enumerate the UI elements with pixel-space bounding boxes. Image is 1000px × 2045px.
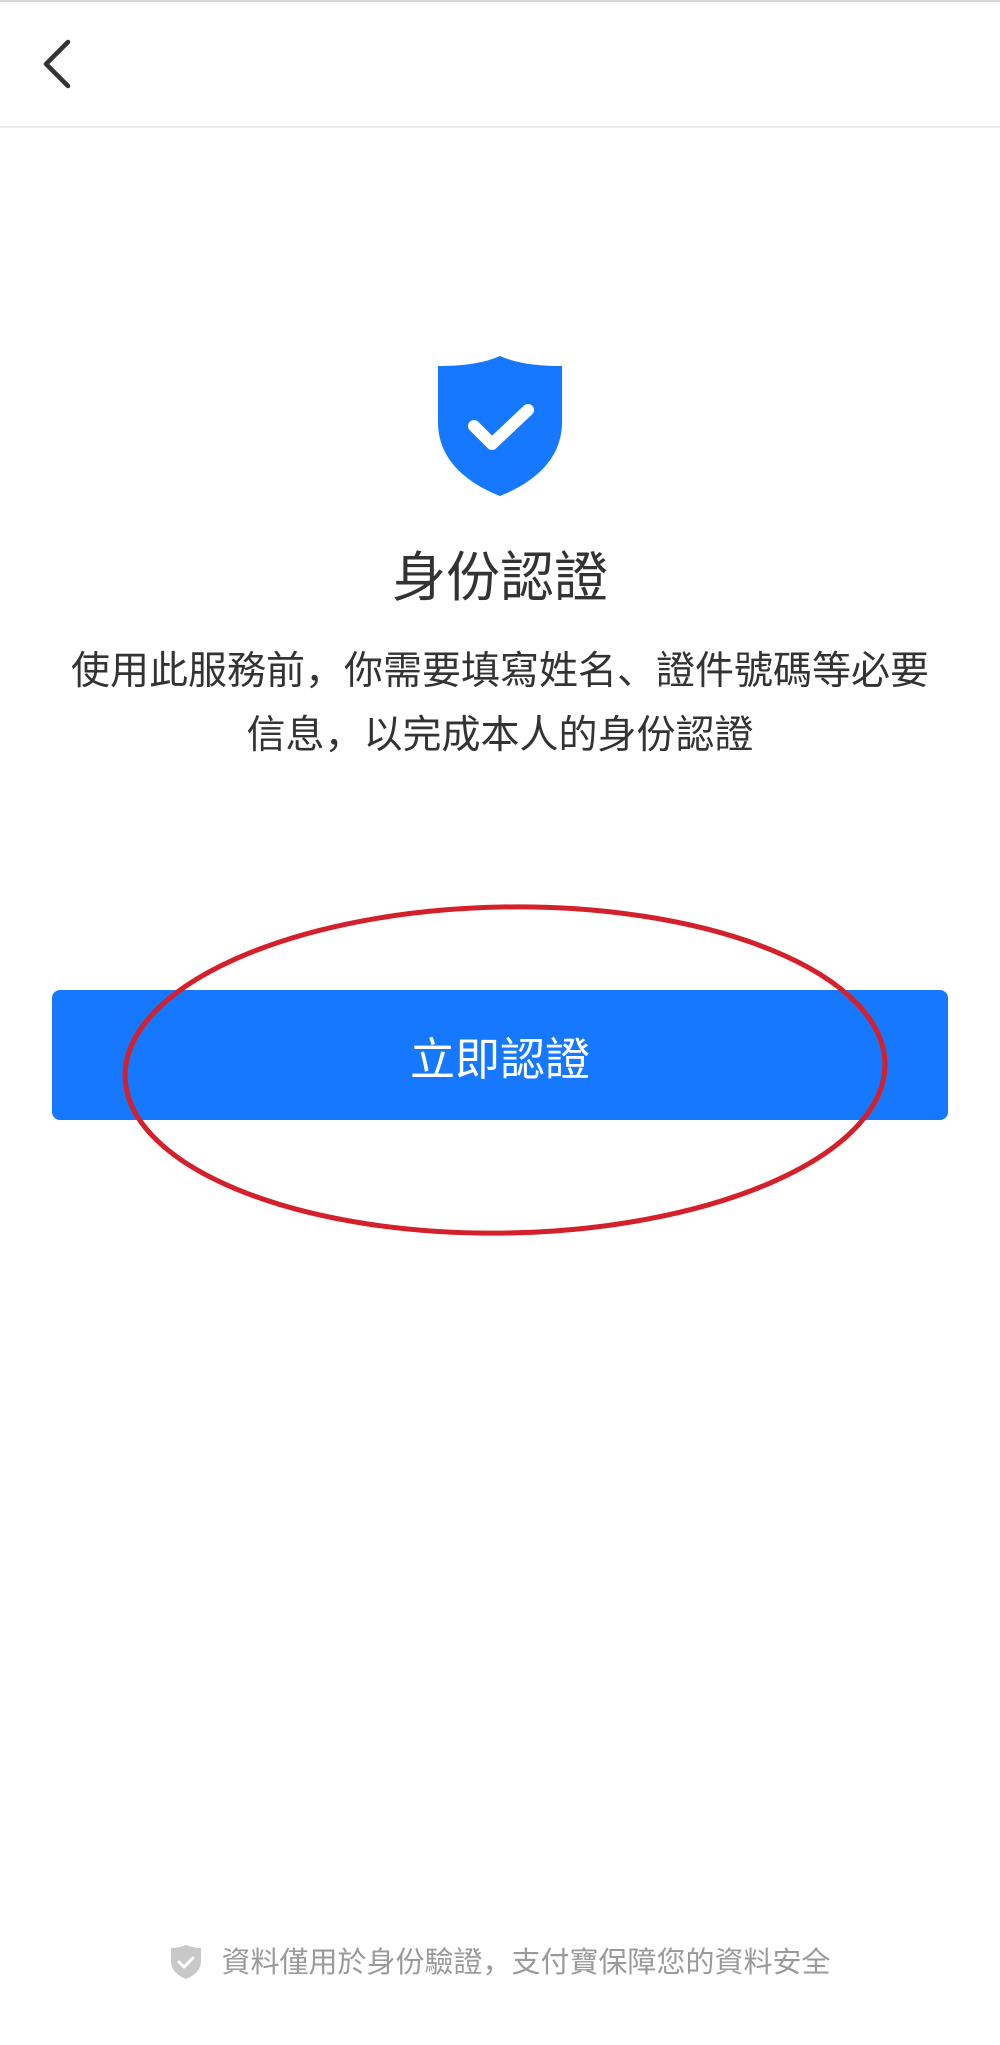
back-button[interactable]: [28, 24, 88, 104]
shield-check-icon: [171, 1945, 202, 1979]
description-line-2: 信息，以完成本人的身份認證: [246, 713, 754, 758]
shield-check-icon: [438, 356, 562, 496]
description-line-1: 使用此服務前，你需要填寫姓名、證件號碼等必要: [70, 649, 929, 694]
page-title: 身份認證: [392, 546, 608, 609]
chevron-left-icon: [43, 39, 71, 89]
verification-shield: [430, 352, 570, 500]
security-note: 資料僅用於身份驗證，支付寶保障您的資料安全: [221, 1945, 831, 1979]
verify-now-button[interactable]: 立即認證: [52, 990, 948, 1120]
description-text: 使用此服務前，你需要填寫姓名、證件號碼等必要 信息，以完成本人的身份認證: [50, 640, 950, 768]
security-footer: 資料僅用於身份驗證，支付寶保障您的資料安全: [0, 1938, 1000, 1986]
navigation-bar: [0, 2, 1000, 128]
